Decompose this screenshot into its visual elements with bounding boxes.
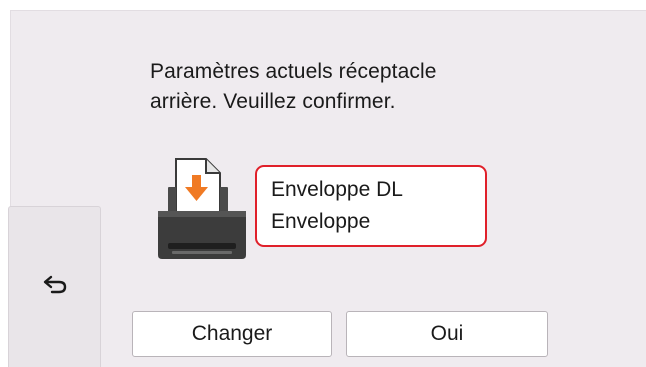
current-paper-settings: Enveloppe DL Enveloppe: [255, 165, 487, 247]
back-button[interactable]: [8, 206, 101, 367]
printer-touchscreen: Paramètres actuels réceptacle arrière. V…: [10, 10, 646, 367]
message-line-1: Paramètres actuels réceptacle: [150, 60, 437, 83]
change-button-label: Changer: [191, 322, 273, 345]
paper-type-value: Enveloppe: [271, 210, 371, 233]
change-button[interactable]: Changer: [132, 311, 332, 357]
ok-button-label: Oui: [430, 322, 464, 345]
printer-rear-tray-icon: [158, 158, 246, 259]
ok-button[interactable]: Oui: [346, 311, 548, 357]
message-line-2: arrière. Veuillez confirmer.: [150, 90, 396, 113]
back-arrow-icon: [43, 275, 67, 294]
confirmation-message: Paramètres actuels réceptacle arrière. V…: [150, 57, 550, 117]
paper-size-value: Enveloppe DL: [271, 178, 403, 201]
